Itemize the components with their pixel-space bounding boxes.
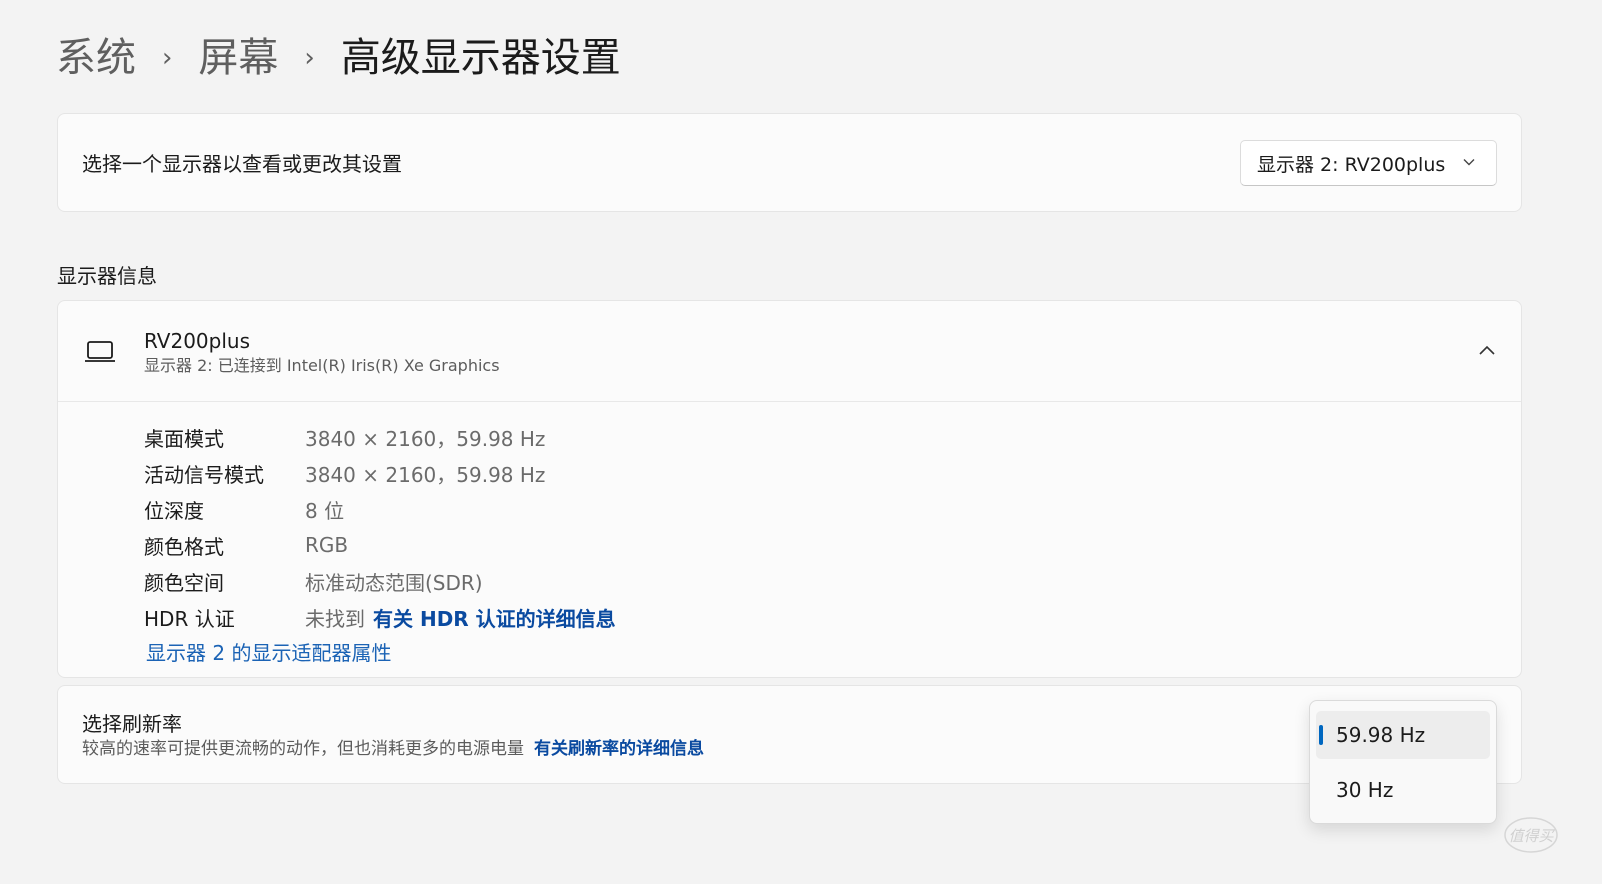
refresh-rate-description: 较高的速率可提供更流畅的动作，但也消耗更多的电源电量 有关刷新率的详细信息 xyxy=(82,738,704,760)
info-value: 未找到 xyxy=(305,606,365,631)
svg-text:值得买: 值得买 xyxy=(1508,827,1555,845)
chevron-down-icon xyxy=(1463,159,1475,166)
info-key: 桌面模式 xyxy=(144,426,224,451)
display-info-card: RV200plus 显示器 2: 已连接到 Intel(R) Iris(R) X… xyxy=(57,300,1522,678)
laptop-icon xyxy=(85,341,115,362)
refresh-rate-dropdown-menu: 59.98 Hz 30 Hz xyxy=(1309,700,1497,824)
refresh-option-label: 30 Hz xyxy=(1336,778,1394,802)
display-select-label: 选择一个显示器以查看或更改其设置 xyxy=(82,152,402,176)
info-value: 3840 × 2160，59.98 Hz xyxy=(305,462,546,487)
info-key: 位深度 xyxy=(144,498,204,523)
info-row-bit-depth: 位深度 8 位 xyxy=(144,491,616,527)
hdr-certification-link[interactable]: 有关 HDR 认证的详细信息 xyxy=(373,603,616,632)
display-select-card: 选择一个显示器以查看或更改其设置 显示器 2: RV200plus xyxy=(57,113,1522,212)
watermark-logo: 值得买 xyxy=(1504,817,1558,853)
info-row-color-space: 颜色空间 标准动态范围(SDR) xyxy=(144,563,616,599)
info-row-color-format: 颜色格式 RGB xyxy=(144,527,616,563)
breadcrumb-separator-2: › xyxy=(304,43,315,73)
breadcrumb-separator-1: › xyxy=(162,43,173,73)
info-key: 活动信号模式 xyxy=(144,462,264,487)
refresh-option-30[interactable]: 30 Hz xyxy=(1316,766,1490,814)
refresh-option-59-98[interactable]: 59.98 Hz xyxy=(1316,711,1490,759)
info-key: 颜色空间 xyxy=(144,570,224,595)
refresh-rate-title: 选择刷新率 xyxy=(82,712,182,736)
info-value: 3840 × 2160，59.98 Hz xyxy=(305,426,546,451)
page-title: 高级显示器设置 xyxy=(340,35,621,81)
display-info-header[interactable]: RV200plus 显示器 2: 已连接到 Intel(R) Iris(R) X… xyxy=(58,301,1521,402)
info-key: HDR 认证 xyxy=(144,606,235,631)
info-row-active-signal-mode: 活动信号模式 3840 × 2160，59.98 Hz xyxy=(144,455,616,491)
breadcrumb-display[interactable]: 屏幕 xyxy=(198,30,278,86)
section-title-display-info: 显示器信息 xyxy=(57,264,157,288)
display-info-rows: 桌面模式 3840 × 2160，59.98 Hz 活动信号模式 3840 × … xyxy=(144,419,616,635)
breadcrumb-system[interactable]: 系统 xyxy=(56,30,136,86)
info-value: 标准动态范围(SDR) xyxy=(305,570,483,595)
info-value: 8 位 xyxy=(305,498,345,523)
refresh-option-label: 59.98 Hz xyxy=(1336,723,1426,747)
info-row-hdr-certification: HDR 认证 未找到 有关 HDR 认证的详细信息 xyxy=(144,599,616,635)
display-adapter-properties-link[interactable]: 显示器 2 的显示适配器属性 xyxy=(146,637,391,666)
display-select-value: 显示器 2: RV200plus xyxy=(1257,153,1446,176)
breadcrumb: 系统 › 屏幕 › 高级显示器设置 xyxy=(56,30,621,86)
info-key: 颜色格式 xyxy=(144,534,224,559)
selected-indicator xyxy=(1319,725,1323,745)
refresh-rate-description-text: 较高的速率可提供更流畅的动作，但也消耗更多的电源电量 xyxy=(82,739,524,759)
chevron-up-icon[interactable] xyxy=(1477,343,1497,357)
refresh-rate-info-link[interactable]: 有关刷新率的详细信息 xyxy=(534,739,704,759)
monitor-subtitle: 显示器 2: 已连接到 Intel(R) Iris(R) Xe Graphics xyxy=(144,356,500,375)
info-value: RGB xyxy=(305,533,349,557)
info-row-desktop-mode: 桌面模式 3840 × 2160，59.98 Hz xyxy=(144,419,616,455)
display-select-dropdown[interactable]: 显示器 2: RV200plus xyxy=(1240,140,1497,186)
monitor-name: RV200plus xyxy=(144,329,251,353)
refresh-rate-card: 选择刷新率 较高的速率可提供更流畅的动作，但也消耗更多的电源电量 有关刷新率的详细… xyxy=(57,685,1522,784)
